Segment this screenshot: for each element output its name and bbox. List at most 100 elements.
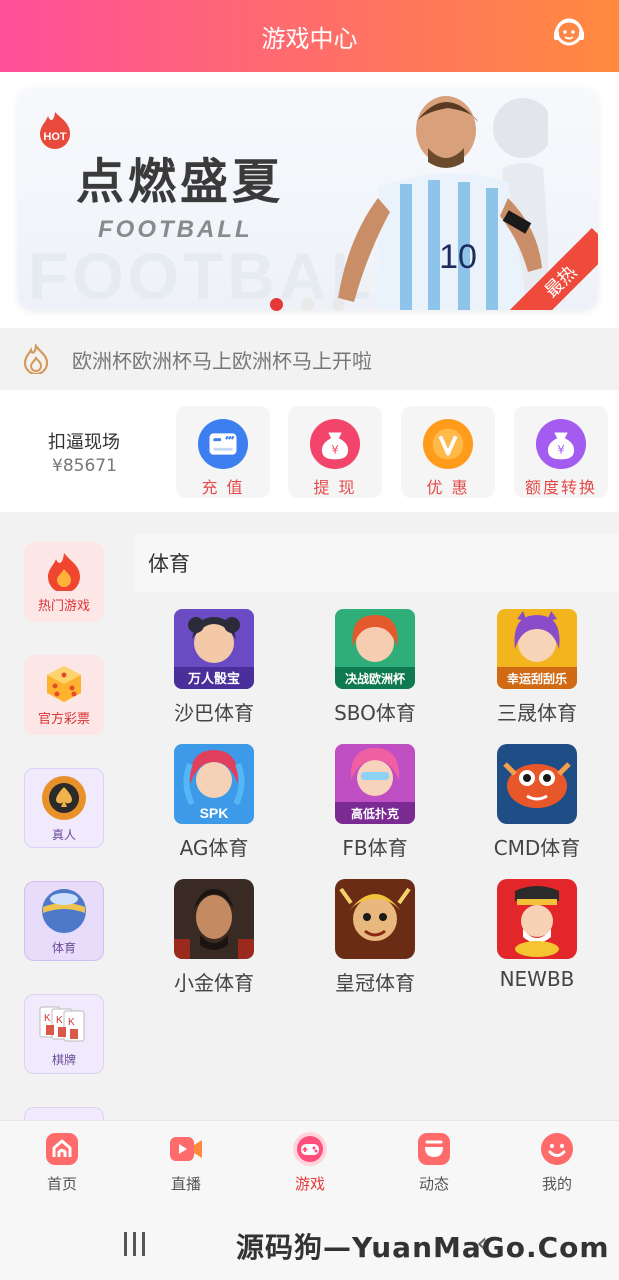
exchange-bag-icon: ¥ <box>535 418 587 470</box>
pagination-dot-1[interactable] <box>270 298 283 311</box>
fire-icon <box>48 552 80 591</box>
balance: ¥85671 <box>52 456 117 476</box>
smile-icon <box>541 1133 573 1165</box>
game-tile-image <box>497 879 577 959</box>
tab-profile-label: 我的 <box>541 1175 572 1193</box>
money-bag-icon: ¥ <box>309 418 361 470</box>
game-item[interactable]: SPK AG体育 <box>144 744 284 861</box>
pagination-dot-3[interactable] <box>332 298 345 311</box>
money-bag-glyph: ¥ <box>331 443 338 457</box>
promo-banner[interactable]: FOOTBALL HOT 点燃盛夏 FOOTBALL 10 最热 <box>18 88 598 310</box>
vip-icon <box>422 418 474 470</box>
withdraw-button[interactable]: ¥ 提 现 <box>288 406 382 498</box>
tab-live[interactable]: 直播 <box>146 1131 226 1194</box>
video-icon <box>170 1137 202 1161</box>
game-tile-image: 决战欧洲杯 <box>335 609 415 689</box>
game-item[interactable]: 小金体育 <box>144 879 284 996</box>
ball-icon <box>42 888 86 933</box>
game-item[interactable]: NEWBB <box>467 879 607 991</box>
game-name: 三晟体育 <box>497 701 577 725</box>
game-item[interactable]: CMD体育 <box>467 744 607 861</box>
game-tile-image <box>174 879 254 959</box>
sidebar-item-sports[interactable]: 体育 <box>24 881 104 961</box>
balance-transfer-label: 额度转换 <box>524 478 597 497</box>
promotion-label: 优 惠 <box>426 478 470 497</box>
game-name: SBO体育 <box>334 701 416 725</box>
sidebar-item-lottery[interactable]: 官方彩票 <box>24 655 104 735</box>
game-tile-image: 幸运刮刮乐 <box>497 609 577 689</box>
sidebar-item-hot-games[interactable]: 热门游戏 <box>24 542 104 622</box>
game-tile-image: 高低扑克 <box>335 744 415 824</box>
game-name: NEWBB <box>499 967 575 991</box>
recent-apps-button[interactable] <box>124 1232 150 1256</box>
tab-home-label: 首页 <box>46 1175 77 1193</box>
game-name: 小金体育 <box>174 971 254 995</box>
gamepad-icon <box>293 1132 327 1166</box>
recharge-label: 充 值 <box>201 478 245 497</box>
cards-glyph-2: K <box>56 1015 63 1026</box>
system-navigation-bar: ‹ 源码狗—YuanMaGo.Com <box>0 1204 619 1280</box>
game-item[interactable]: 决战欧洲杯 SBO体育 <box>305 609 445 726</box>
cards-icon: K K K <box>39 1006 85 1041</box>
game-name: FB体育 <box>342 836 408 860</box>
withdraw-label: 提 现 <box>313 478 357 497</box>
game-tile-text: SPK <box>200 805 229 821</box>
football-player-image: 10 <box>338 96 548 310</box>
balance-transfer-button[interactable]: ¥ 额度转换 <box>514 406 608 498</box>
sidebar-label-live-casino: 真人 <box>51 827 76 842</box>
tab-feed[interactable]: 动态 <box>394 1131 474 1194</box>
game-item[interactable]: 皇冠体育 <box>305 879 445 996</box>
tab-games[interactable]: 游戏 <box>270 1131 350 1194</box>
exchange-bag-glyph: ¥ <box>557 443 564 457</box>
game-tile-image: SPK <box>174 744 254 824</box>
sidebar-label-lottery: 官方彩票 <box>37 711 90 727</box>
pagination-dot-2[interactable] <box>301 298 314 311</box>
game-tile-image: 万人骰宝 <box>174 609 254 689</box>
app-header: 游戏中心 <box>0 0 619 72</box>
tab-home[interactable]: 首页 <box>22 1131 102 1194</box>
hot-badge-icon: HOT <box>36 110 74 150</box>
game-name: 皇冠体育 <box>335 971 415 995</box>
tab-live-label: 直播 <box>170 1175 201 1193</box>
banner-title: 点燃盛夏 <box>76 154 285 210</box>
game-tile-text: 幸运刮刮乐 <box>507 671 567 686</box>
announcement-bar[interactable]: 欧洲杯欧洲杯马上欧洲杯马上开啦 <box>0 328 619 390</box>
game-name: AG体育 <box>179 836 249 860</box>
page-title: 游戏中心 <box>261 24 358 53</box>
watermark-text: 源码狗—YuanMaGo.Com <box>236 1231 610 1264</box>
player-number: 10 <box>439 238 477 276</box>
sidebar-item-live-casino[interactable]: 真人 <box>24 768 104 848</box>
tab-feed-label: 动态 <box>418 1175 449 1193</box>
sidebar-item-chess-cards[interactable]: K K K 棋牌 <box>24 994 104 1074</box>
game-item[interactable]: 万人骰宝 沙巴体育 <box>144 609 284 726</box>
banner-pagination <box>270 298 345 311</box>
poker-chip-icon <box>42 775 86 820</box>
game-item[interactable]: 幸运刮刮乐 三晟体育 <box>467 609 607 726</box>
dice-icon <box>47 665 81 702</box>
sidebar-item-more[interactable] <box>24 1107 104 1120</box>
card-icon <box>197 418 249 470</box>
sidebar-label-hot-games: 热门游戏 <box>37 598 90 614</box>
username: 扣逼现场 <box>48 432 120 453</box>
flame-announcement-icon <box>23 344 49 374</box>
sidebar-label-chess-cards: 棋牌 <box>51 1052 76 1067</box>
promotion-button[interactable]: 优 惠 <box>401 406 495 498</box>
cards-glyph-1: K <box>44 1013 51 1024</box>
game-tile-image <box>335 879 415 959</box>
category-title: 体育 <box>148 552 190 576</box>
customer-service-icon[interactable] <box>549 12 589 52</box>
sidebar-label-sports: 体育 <box>51 940 76 955</box>
bottom-tab-bar: 首页 直播 游戏 动态 我的 <box>0 1120 619 1204</box>
category-header: 体育 <box>134 534 619 592</box>
cards-glyph-3: K <box>68 1017 75 1028</box>
banner-subtitle: FOOTBALL <box>98 216 253 243</box>
wallet-panel: 扣逼现场 ¥85671 充 值 ¥ 提 现 优 惠 ¥ 额度转换 <box>0 390 619 512</box>
game-name: 沙巴体育 <box>174 701 254 725</box>
game-item[interactable]: 高低扑克 FB体育 <box>305 744 445 861</box>
home-icon <box>46 1133 78 1165</box>
tab-profile[interactable]: 我的 <box>517 1131 597 1194</box>
announcement-text: 欧洲杯欧洲杯马上欧洲杯马上开啦 <box>72 348 372 373</box>
banner-section: FOOTBALL HOT 点燃盛夏 FOOTBALL 10 最热 <box>0 72 619 328</box>
recharge-button[interactable]: 充 值 <box>176 406 270 498</box>
game-name: CMD体育 <box>493 836 581 860</box>
